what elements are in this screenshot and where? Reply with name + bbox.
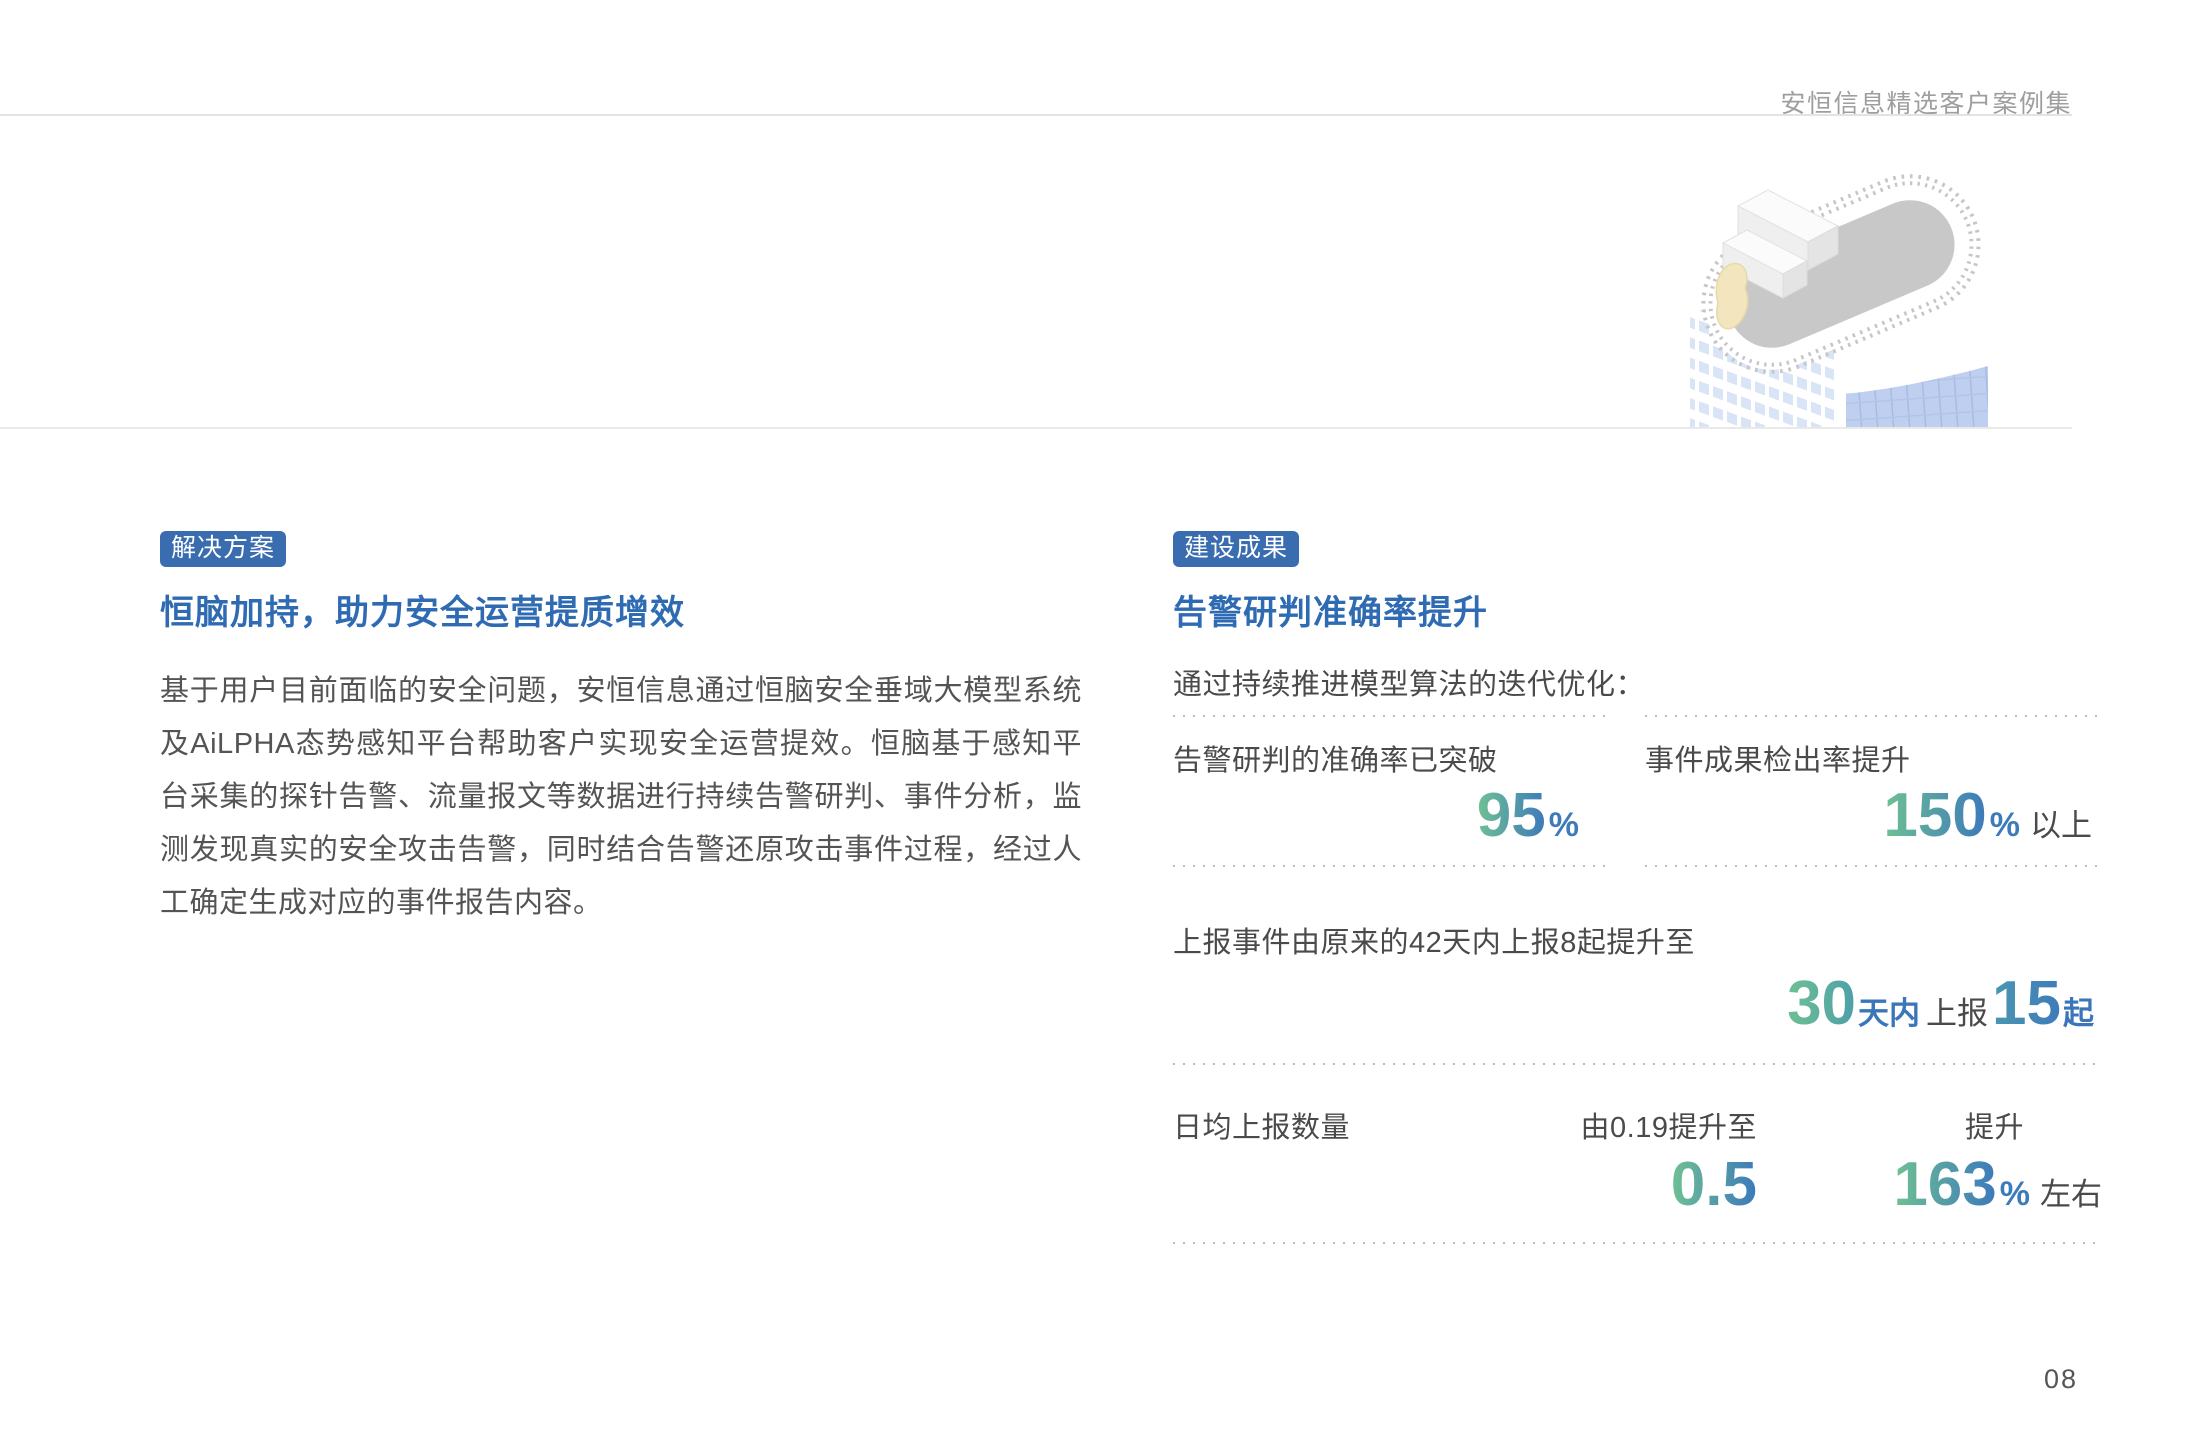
dotted-line xyxy=(1173,865,1607,867)
results-title: 告警研判准确率提升 xyxy=(1173,591,2102,635)
yellow-shape xyxy=(1716,264,1747,329)
solution-badge: 解决方案 xyxy=(160,531,286,567)
stat-daily-percent-unit: % xyxy=(2000,1175,2030,1214)
stat-detection-suffix: 以上 xyxy=(2030,800,2092,845)
solution-title: 恒脑加持，助力安全运营提质增效 xyxy=(160,591,1082,635)
facade-corner-band xyxy=(1834,338,1846,427)
stat-accuracy-unit: % xyxy=(1549,806,1579,845)
stat-reporting: 上报事件由原来的42天内上报8起提升至 30天内上报15起 xyxy=(1173,867,2102,1037)
results-badge: 建设成果 xyxy=(1173,531,1299,567)
stat-reporting-count: 15 xyxy=(1992,971,2061,1037)
stat-accuracy: 告警研判的准确率已突破 95% xyxy=(1173,715,1607,867)
section-divider-line xyxy=(0,427,2072,429)
stat-reporting-count-unit: 起 xyxy=(2063,988,2094,1033)
stats-row-1: 告警研判的准确率已突破 95% 事件成果检出率提升 150% 以上 xyxy=(1173,715,2102,867)
stat-daily: 日均上报数量 由0.19提升至 0.5 提升 163% 左右 xyxy=(1173,1065,2102,1218)
stat-daily-suffix: 左右 xyxy=(2040,1169,2102,1214)
rooftop-building-svg xyxy=(1690,150,1996,427)
stat-reporting-label: 上报事件由原来的42天内上报8起提升至 xyxy=(1173,867,2102,963)
stat-accuracy-label: 告警研判的准确率已突破 xyxy=(1173,717,1607,781)
stat-detection-unit: % xyxy=(1990,806,2020,845)
stat-detection-value: 150 xyxy=(1883,783,1986,849)
solution-paragraph: 基于用户目前面临的安全问题，安恒信息通过恒脑安全垂域大模型系统及AiLPHA态势… xyxy=(160,665,1082,930)
dotted-line xyxy=(1645,865,2102,867)
stat-daily-value: 0.5 xyxy=(1671,1152,1757,1218)
stat-reporting-days: 30 xyxy=(1787,971,1856,1037)
stat-accuracy-value: 95 xyxy=(1477,783,1546,849)
stat-detection: 事件成果检出率提升 150% 以上 xyxy=(1645,715,2102,867)
stat-daily-lift-label: 提升 xyxy=(1757,1065,2102,1148)
stat-daily-percent: 163 xyxy=(1893,1152,1996,1218)
building-illustration xyxy=(1690,150,1996,427)
stat-detection-label: 事件成果检出率提升 xyxy=(1645,717,2102,781)
stat-reporting-days-unit: 天内 xyxy=(1858,988,1920,1033)
stat-reporting-mid: 上报 xyxy=(1926,988,1988,1033)
header-divider-line xyxy=(0,114,2072,116)
results-intro: 通过持续推进模型算法的迭代优化： xyxy=(1173,665,2102,705)
page-number: 08 xyxy=(2044,1364,2078,1395)
solution-section: 解决方案 恒脑加持，助力安全运营提质增效 基于用户目前面临的安全问题，安恒信息通… xyxy=(160,531,1082,930)
results-section: 建设成果 告警研判准确率提升 通过持续推进模型算法的迭代优化： 告警研判的准确率… xyxy=(1173,531,2102,1244)
stat-daily-label: 日均上报数量 xyxy=(1173,1065,1457,1148)
stat-daily-mid-label: 由0.19提升至 xyxy=(1457,1065,1757,1148)
dotted-line xyxy=(1173,1242,2102,1244)
